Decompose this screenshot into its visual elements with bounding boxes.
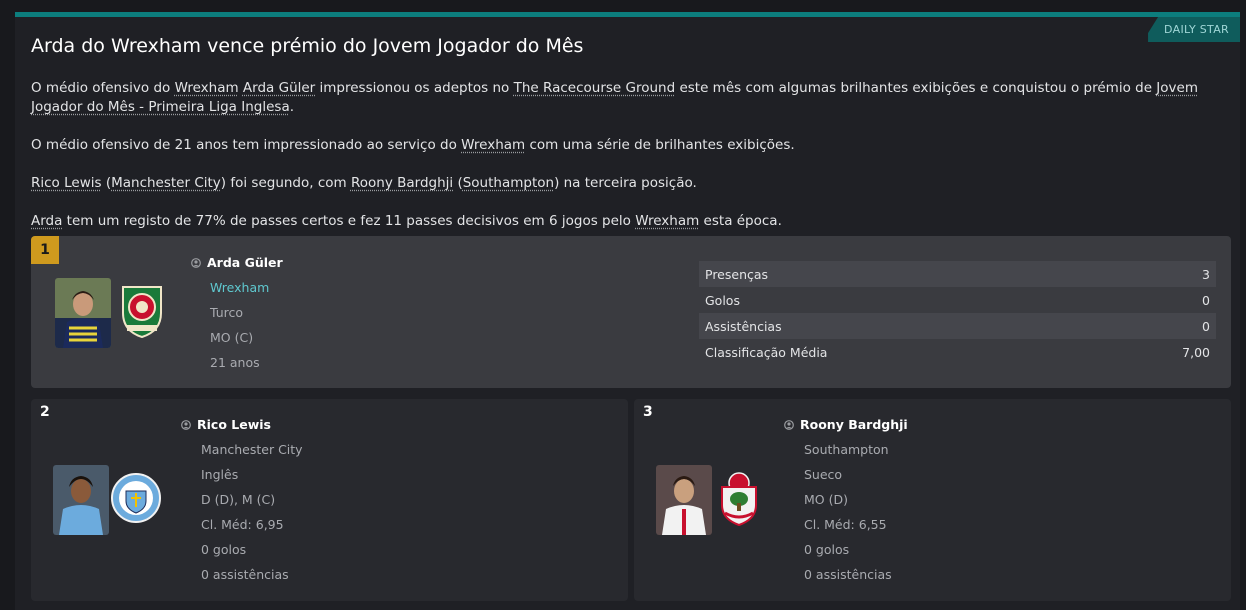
text: ( (453, 175, 463, 191)
club-link[interactable]: Southampton (463, 175, 554, 191)
text: tem um registo de 77% de passes certos e… (62, 213, 636, 229)
club-crest[interactable] (714, 469, 764, 527)
text: ( (101, 175, 112, 191)
text: este mês com algumas brilhantes exibiçõe… (675, 80, 1157, 96)
player-photo-image (656, 465, 712, 535)
player-club[interactable]: Southampton (784, 442, 908, 457)
stadium-link[interactable]: The Racecourse Ground (514, 80, 676, 96)
player-club[interactable]: Manchester City (181, 442, 303, 457)
runner-info: Rico Lewis Manchester City Inglês D (D),… (181, 417, 303, 582)
source-badge: DAILY STAR (1148, 17, 1240, 42)
player-position: MO (D) (804, 492, 848, 507)
stat-label: Golos (705, 292, 740, 308)
stat-label: Presenças (705, 266, 769, 282)
person-icon (784, 419, 794, 430)
club-link[interactable]: Manchester City (111, 175, 221, 191)
player-club[interactable]: Wrexham (191, 280, 283, 295)
text: ) na terceira posição. (554, 175, 697, 191)
stat-label: Classificação Média (705, 344, 828, 360)
winner-info: Arda Güler Wrexham Turco MO (C) 21 anos (191, 255, 283, 370)
player-name-row[interactable]: Roony Bardghji (784, 417, 908, 432)
rank-number: 3 (643, 404, 653, 420)
rank-number: 2 (40, 404, 50, 420)
player-assists: 0 assistências (201, 567, 289, 582)
winner-panel: 1 Arda Güler Wrexham Turco MO (C) 21 ano… (31, 236, 1231, 388)
player-goals: 0 golos (201, 542, 247, 557)
player-nationality: Sueco (804, 467, 843, 482)
stat-label: Assistências (705, 318, 782, 334)
runner-info: Roony Bardghji Southampton Sueco MO (D) … (784, 417, 908, 582)
stat-row: Classificação Média 7,00 (699, 339, 1216, 365)
player-nationality: Inglês (201, 467, 239, 482)
club-crest[interactable] (119, 283, 165, 339)
text: com uma série de brilhantes exibições. (525, 137, 795, 153)
player-nationality: Turco (210, 305, 244, 320)
player-rating: Cl. Méd: 6,55 (804, 517, 887, 532)
article-paragraph-3: Rico Lewis (Manchester City) foi segundo… (31, 174, 1231, 193)
player-link[interactable]: Roony Bardghji (351, 175, 453, 191)
player-link[interactable]: Rico Lewis (31, 175, 102, 191)
runner-up-panel-3: 3 Roony Bardghji Southampton Sueco MO (D… (634, 399, 1231, 601)
player-assists: 0 assistências (804, 567, 892, 582)
player-name[interactable]: Arda Güler (207, 255, 283, 270)
text: impressionou os adeptos no (315, 80, 514, 96)
article-paragraph-1: O médio ofensivo do Wrexham Arda Güler i… (31, 79, 1231, 117)
player-link[interactable]: Arda (31, 213, 62, 229)
player-age: 21 anos (210, 355, 260, 370)
text: ) foi segundo, com (220, 175, 351, 191)
player-name[interactable]: Roony Bardghji (800, 417, 908, 432)
headline: Arda do Wrexham vence prémio do Jovem Jo… (31, 35, 584, 57)
manchester-city-crest-icon (111, 473, 161, 523)
article-paragraph-2: O médio ofensivo de 21 anos tem impressi… (31, 136, 1231, 155)
text: esta época. (699, 213, 782, 229)
stat-value: 7,00 (1182, 344, 1210, 360)
runner-up-panel-2: 2 Rico Lewis Manchester City Inglês D (D… (31, 399, 628, 601)
article-paragraph-4: Arda tem um registo de 77% de passes cer… (31, 212, 1231, 231)
stat-row: Presenças 3 (699, 261, 1216, 287)
wrexham-crest-icon (122, 286, 162, 339)
player-position: MO (C) (210, 330, 254, 345)
player-name-row[interactable]: Arda Güler (191, 255, 283, 270)
player-goals: 0 golos (804, 542, 850, 557)
club-crest[interactable] (111, 471, 161, 525)
player-photo[interactable] (55, 278, 111, 348)
club-link[interactable]: Wrexham (175, 80, 239, 96)
person-icon (181, 419, 191, 430)
club-link[interactable]: Wrexham (635, 213, 699, 229)
player-link[interactable]: Arda Güler (243, 80, 315, 96)
stat-value: 0 (1202, 318, 1210, 334)
player-position: D (D), M (C) (201, 492, 276, 507)
club-link[interactable]: Wrexham (461, 137, 525, 153)
stat-row: Assistências 0 (699, 313, 1216, 339)
player-photo-image (55, 278, 111, 348)
player-photo[interactable] (53, 465, 109, 535)
player-rating: Cl. Méd: 6,95 (201, 517, 284, 532)
person-icon (191, 257, 201, 268)
stat-value: 0 (1202, 292, 1210, 308)
southampton-crest-icon (721, 472, 757, 527)
rank-badge: 1 (31, 236, 59, 264)
stat-value: 3 (1202, 266, 1210, 282)
stat-row: Golos 0 (699, 287, 1216, 313)
player-photo[interactable] (656, 465, 712, 535)
winner-stats-table: Presenças 3 Golos 0 Assistências 0 Class… (699, 261, 1216, 365)
news-card: DAILY STAR Arda do Wrexham vence prémio … (15, 12, 1240, 610)
player-name[interactable]: Rico Lewis (197, 417, 271, 432)
text: O médio ofensivo do (31, 80, 175, 96)
player-photo-image (53, 465, 109, 535)
player-name-row[interactable]: Rico Lewis (181, 417, 303, 432)
text: . (289, 99, 295, 115)
text: O médio ofensivo de 21 anos tem impressi… (31, 137, 462, 153)
